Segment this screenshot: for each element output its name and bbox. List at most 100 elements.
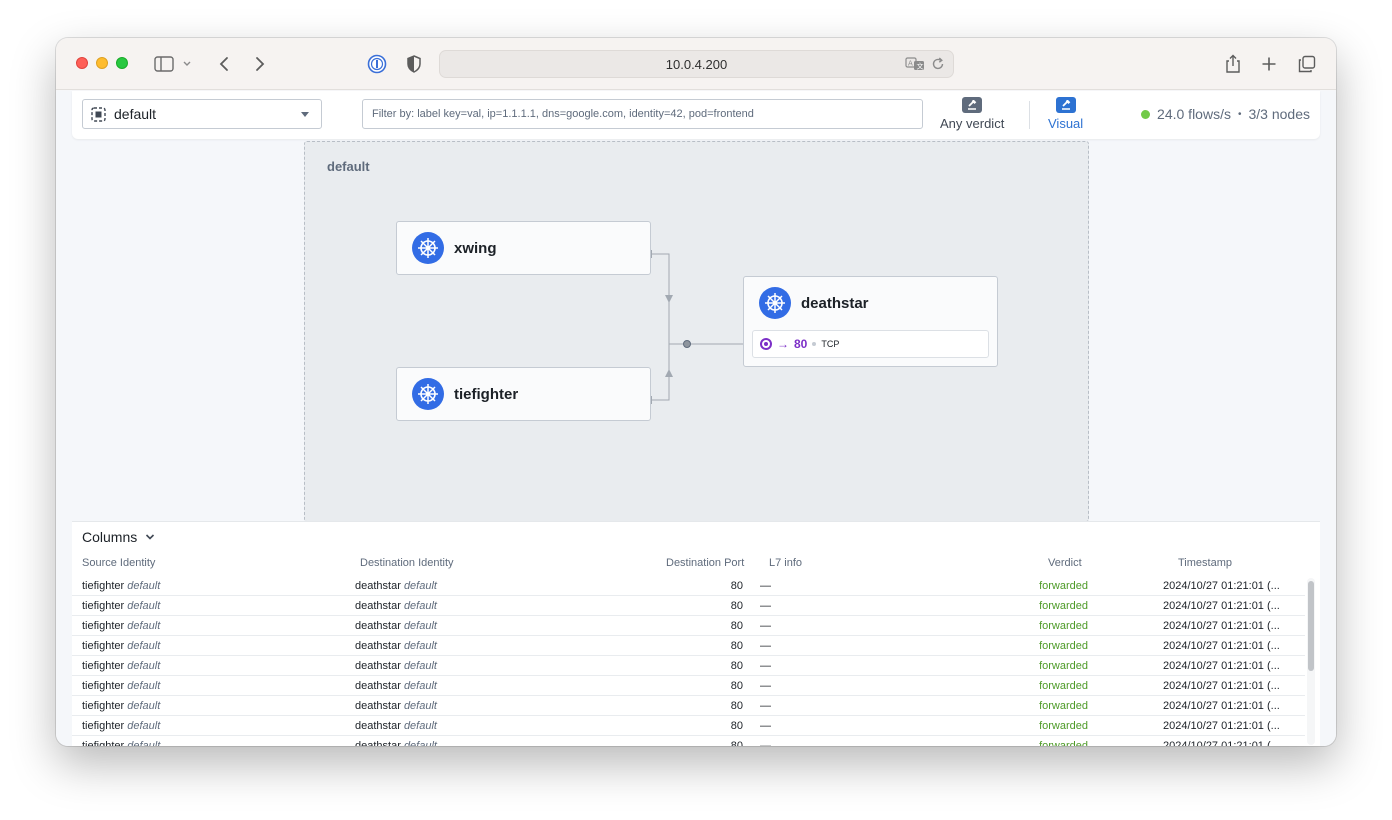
minimize-window-button[interactable] — [96, 57, 108, 69]
destination-namespace: default — [403, 620, 437, 632]
l7-info: — — [760, 640, 771, 652]
sidebar-toggle-icon[interactable] — [152, 52, 176, 76]
table-row[interactable]: tiefighter default deathstar default 80— fo… — [72, 716, 1305, 736]
forward-icon[interactable] — [248, 52, 272, 76]
destination-port: 80 — [730, 600, 743, 612]
destination-pod: deathstar — [355, 620, 401, 632]
l7-info: — — [760, 740, 771, 746]
namespace-select[interactable]: default — [82, 99, 322, 129]
privacy-shield-icon[interactable] — [402, 52, 426, 76]
browser-toolbar: 10.0.4.200 A文 — [56, 38, 1336, 90]
destination-port: 80 — [730, 580, 743, 592]
header-destination-identity[interactable]: Destination Identity — [360, 557, 454, 569]
password-manager-icon[interactable] — [365, 52, 389, 76]
timestamp: 2024/10/27 01:21:01 (... — [1163, 740, 1280, 746]
port-number: 80 — [794, 337, 808, 351]
reload-icon[interactable] — [931, 57, 945, 74]
destination-identity: deathstar default — [355, 680, 437, 692]
translate-icon[interactable]: A文 — [905, 57, 925, 74]
destination-identity: deathstar default — [355, 580, 437, 592]
table-row[interactable]: tiefighter default deathstar default 80— fo… — [72, 636, 1305, 656]
destination-namespace: default — [403, 580, 437, 592]
table-row[interactable]: tiefighter default deathstar default 80— fo… — [72, 696, 1305, 716]
verdict: forwarded — [1039, 580, 1088, 592]
table-row[interactable]: tiefighter default deathstar default 80— fo… — [72, 616, 1305, 636]
header-destination-port[interactable]: Destination Port — [666, 557, 744, 569]
visual-toggle-button[interactable]: Visual — [1048, 97, 1083, 131]
service-port-row[interactable]: → 80 TCP — [752, 330, 989, 358]
source-namespace: default — [127, 680, 161, 692]
l7-info: — — [760, 680, 771, 692]
destination-identity: deathstar default — [355, 700, 437, 712]
url-text: 10.0.4.200 — [665, 56, 728, 72]
source-namespace: default — [127, 640, 161, 652]
l7-info: — — [760, 660, 771, 672]
connection-status: 24.0 flows/s • 3/3 nodes — [1141, 106, 1310, 122]
table-row[interactable]: tiefighter default deathstar default 80— fo… — [72, 656, 1305, 676]
verdict: forwarded — [1039, 660, 1088, 672]
destination-pod: deathstar — [355, 640, 401, 652]
browser-window: 10.0.4.200 A文 default Filter by: label k… — [56, 38, 1336, 746]
nodes-count: 3/3 nodes — [1248, 106, 1311, 122]
source-pod: tiefighter — [82, 580, 125, 592]
source-pod: tiefighter — [82, 680, 125, 692]
toolbar-divider — [1029, 101, 1030, 129]
verdict: forwarded — [1039, 740, 1088, 746]
chevron-down-icon[interactable] — [180, 52, 194, 76]
table-row[interactable]: tiefighter default deathstar default 80— fo… — [72, 576, 1305, 596]
destination-namespace: default — [403, 660, 437, 672]
service-name: tiefighter — [454, 386, 519, 403]
flow-filter-input[interactable] — [362, 99, 923, 129]
status-separator: • — [1237, 108, 1242, 120]
new-tab-icon[interactable] — [1257, 52, 1281, 76]
header-verdict[interactable]: Verdict — [1048, 557, 1082, 569]
destination-port: 80 — [730, 740, 743, 746]
destination-port: 80 — [730, 620, 743, 632]
destination-port: 80 — [730, 720, 743, 732]
service-card-xwing[interactable]: xwing — [396, 221, 651, 275]
service-card-tiefighter[interactable]: tiefighter — [396, 367, 651, 421]
arrow-right-icon: → — [777, 337, 789, 351]
table-scrollbar[interactable] — [1307, 578, 1315, 745]
close-window-button[interactable] — [76, 57, 88, 69]
scrollbar-thumb[interactable] — [1308, 581, 1314, 671]
tab-overview-icon[interactable] — [1295, 52, 1319, 76]
table-row[interactable]: tiefighter default deathstar default 80— fo… — [72, 736, 1305, 746]
destination-pod: deathstar — [355, 720, 401, 732]
source-namespace: default — [127, 580, 161, 592]
source-identity: tiefighter default — [82, 680, 160, 692]
header-l7-info[interactable]: L7 info — [769, 557, 802, 569]
port-protocol: TCP — [821, 339, 840, 349]
back-icon[interactable] — [212, 52, 236, 76]
table-row[interactable]: tiefighter default deathstar default 80— fo… — [72, 676, 1305, 696]
columns-button[interactable]: Columns — [82, 529, 155, 545]
verdict-filter-button[interactable]: Any verdict — [940, 97, 1004, 131]
header-source-identity[interactable]: Source Identity — [82, 557, 155, 569]
service-card-deathstar[interactable]: deathstar → 80 TCP — [743, 276, 998, 367]
timestamp: 2024/10/27 01:21:01 (... — [1163, 600, 1280, 612]
l7-info: — — [760, 580, 771, 592]
table-row[interactable]: tiefighter default deathstar default 80— fo… — [72, 596, 1305, 616]
l7-info: — — [760, 700, 771, 712]
source-pod: tiefighter — [82, 700, 125, 712]
destination-pod: deathstar — [355, 700, 401, 712]
chevron-down-icon — [146, 534, 155, 540]
destination-identity: deathstar default — [355, 740, 437, 746]
source-identity: tiefighter default — [82, 700, 160, 712]
header-timestamp[interactable]: Timestamp — [1178, 557, 1232, 569]
svg-text:A: A — [908, 60, 913, 68]
zoom-window-button[interactable] — [116, 57, 128, 69]
share-icon[interactable] — [1221, 52, 1245, 76]
visual-icon — [1055, 97, 1076, 113]
verdict: forwarded — [1039, 640, 1088, 652]
source-identity: tiefighter default — [82, 580, 160, 592]
source-namespace: default — [127, 700, 161, 712]
verdict: forwarded — [1039, 680, 1088, 692]
address-bar[interactable]: 10.0.4.200 A文 — [439, 50, 954, 78]
flows-rate: 24.0 flows/s — [1157, 106, 1231, 122]
source-pod: tiefighter — [82, 740, 125, 746]
verdict: forwarded — [1039, 700, 1088, 712]
destination-namespace: default — [403, 680, 437, 692]
verdict: forwarded — [1039, 720, 1088, 732]
verdict: forwarded — [1039, 600, 1088, 612]
